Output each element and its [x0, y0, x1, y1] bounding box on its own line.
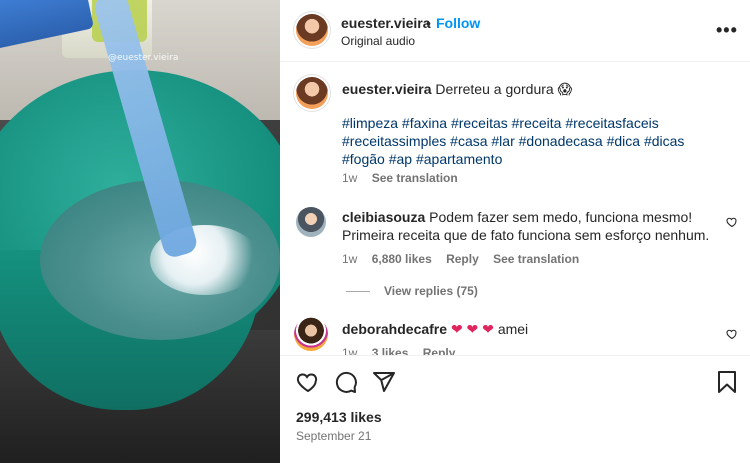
follow-button[interactable]: Follow — [436, 15, 480, 31]
caption-avatar[interactable] — [296, 77, 328, 109]
caption-username[interactable]: euester.vieira — [342, 81, 432, 97]
caption-hashtags[interactable]: #limpeza #faxina #receitas #receita #rec… — [342, 114, 722, 168]
comment-meta: 1w 6,880 likes Reply See translation — [342, 252, 590, 266]
comment-username[interactable]: cleibiasouza — [342, 209, 425, 225]
comment-meta: 1w 3 likes Reply — [342, 346, 466, 355]
caption-text: Derreteu a gordura 😱 — [435, 81, 573, 97]
post-footer: 299,413 likes September 21 — [280, 355, 750, 463]
comment-icon[interactable] — [334, 370, 358, 394]
reply-button[interactable]: Reply — [423, 346, 456, 355]
post-media[interactable]: @euester.vieira — [0, 0, 280, 463]
comment-see-translation[interactable]: See translation — [493, 252, 579, 266]
reply-button[interactable]: Reply — [446, 252, 479, 266]
caption-see-translation[interactable]: See translation — [372, 171, 458, 185]
comment-deborahdecafre: deborahdecafre ❤ ❤ ❤ amei — [342, 320, 528, 338]
audio-label[interactable]: Original audio — [341, 34, 415, 48]
header-separator: • — [426, 15, 431, 31]
heart-emoji-icons: ❤ ❤ ❤ — [450, 321, 494, 337]
bookmark-icon[interactable] — [716, 370, 738, 394]
comment-avatar-deborahdecafre[interactable] — [294, 317, 328, 351]
caption: euester.vieira Derreteu a gordura 😱 — [342, 80, 732, 98]
post-header: euester.vieira • Follow Original audio •… — [280, 0, 750, 62]
heart-icon[interactable] — [726, 216, 738, 228]
author-username[interactable]: euester.vieira — [341, 15, 431, 31]
post-likes-count[interactable]: 299,413 likes — [296, 409, 382, 425]
comments-section: euester.vieira Derreteu a gordura 😱 #lim… — [280, 63, 750, 355]
comment-avatar-cleibiasouza[interactable] — [296, 207, 326, 237]
heart-icon[interactable] — [726, 328, 738, 340]
author-avatar[interactable] — [296, 14, 328, 46]
comment-age: 1w — [342, 252, 358, 266]
view-replies-button[interactable]: View replies (75) — [384, 284, 478, 298]
post-date[interactable]: September 21 — [296, 429, 371, 443]
comment-text: amei — [497, 321, 529, 337]
more-icon[interactable]: ••• — [716, 20, 738, 41]
heart-icon[interactable] — [296, 370, 320, 394]
share-icon[interactable] — [372, 370, 396, 394]
post-panel: euester.vieira • Follow Original audio •… — [280, 0, 750, 463]
comment-username[interactable]: deborahdecafre — [342, 321, 447, 337]
comment-likes[interactable]: 6,880 likes — [372, 252, 432, 266]
caption-age: 1w — [342, 171, 358, 185]
comment-age: 1w — [342, 346, 358, 355]
comment-cleibiasouza: cleibiasouza Podem fazer sem medo, funci… — [342, 208, 712, 244]
replies-divider — [346, 291, 370, 292]
media-watermark: @euester.vieira — [108, 53, 179, 63]
caption-meta: 1w See translation — [342, 171, 469, 185]
comment-likes[interactable]: 3 likes — [372, 346, 409, 355]
